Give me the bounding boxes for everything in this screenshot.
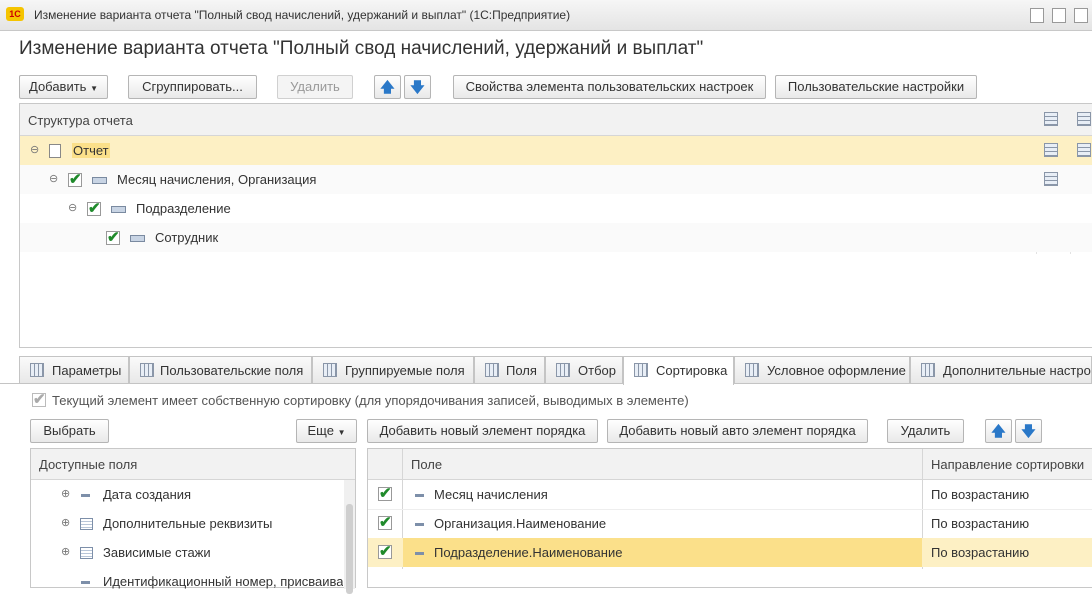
- list-item[interactable]: ⊕ Зависимые стажи: [31, 538, 343, 567]
- sort-enable-checkbox[interactable]: [378, 542, 392, 560]
- calendar-icon[interactable]: [1074, 8, 1088, 23]
- list-item[interactable]: ⊕ Дополнительные реквизиты: [31, 509, 343, 538]
- user-fields-icon: [140, 363, 154, 377]
- table-header: Поле Направление сортировки: [368, 449, 1092, 480]
- group-button[interactable]: Сгруппировать...: [128, 75, 257, 99]
- list-icon[interactable]: [1044, 172, 1058, 186]
- tab-user-fields[interactable]: Пользовательские поля: [129, 356, 312, 383]
- tab-parameters[interactable]: Параметры: [19, 356, 129, 383]
- conditional-format-icon: [745, 363, 759, 377]
- dropdown-icon: ▼: [90, 84, 98, 93]
- scrollbar[interactable]: [344, 480, 355, 594]
- list-icon[interactable]: [1044, 143, 1058, 157]
- grouping-icon: [130, 235, 145, 242]
- tree-row-label: Подразделение: [136, 201, 231, 216]
- sort-order-table[interactable]: Поле Направление сортировки Месяц начисл…: [367, 448, 1092, 588]
- available-fields-tree[interactable]: Доступные поля ⊕ Дата создания ⊕ Дополни…: [30, 448, 356, 594]
- tree-row-label: Месяц начисления, Организация: [117, 172, 317, 187]
- enable-checkbox[interactable]: [87, 199, 101, 217]
- delete-order-item-button[interactable]: Удалить: [887, 419, 964, 443]
- collapse-icon[interactable]: ⊖: [49, 172, 58, 185]
- filter-icon[interactable]: [1077, 112, 1091, 126]
- list-icon[interactable]: [1044, 112, 1058, 126]
- delete-button[interactable]: Удалить: [277, 75, 353, 99]
- tree-row-label: Отчет: [72, 143, 110, 158]
- move-down-icon[interactable]: 🡇: [1015, 419, 1042, 443]
- expand-icon[interactable]: ⊕: [61, 487, 70, 500]
- tab-grouping-fields[interactable]: Группируемые поля: [312, 356, 474, 383]
- table-row[interactable]: Подразделение.Наименование По возрастани…: [368, 538, 1092, 567]
- parameters-icon: [30, 363, 44, 377]
- collapse-icon[interactable]: ⊖: [30, 143, 39, 156]
- page-title: Изменение варианта отчета "Полный свод н…: [19, 38, 704, 59]
- add-button[interactable]: Добавить ▼: [19, 75, 108, 99]
- table-row[interactable]: Месяц начисления По возрастанию: [368, 480, 1092, 510]
- tab-filter[interactable]: Отбор: [545, 356, 623, 383]
- report-structure-tree[interactable]: Структура отчета ⊖ Отчет ⊖ Месяц начисле…: [19, 103, 1092, 348]
- enable-checkbox[interactable]: [106, 228, 120, 246]
- column-header-direction: Направление сортировки: [931, 457, 1085, 472]
- move-down-icon[interactable]: 🡇: [404, 75, 431, 99]
- sort-enable-checkbox[interactable]: [378, 484, 392, 502]
- expand-icon[interactable]: ⊕: [61, 545, 70, 558]
- scrollbar-thumb[interactable]: [346, 504, 353, 594]
- fields-icon: [485, 363, 499, 377]
- list-item[interactable]: Идентификационный номер, присваивае: [31, 567, 343, 589]
- tab-fields[interactable]: Поля: [474, 356, 545, 383]
- tab-sorting[interactable]: Сортировка: [623, 356, 734, 385]
- expand-icon[interactable]: ⊕: [61, 516, 70, 529]
- tab-additional-settings[interactable]: Дополнительные настрой: [910, 356, 1092, 383]
- app-logo: 1С: [6, 7, 24, 21]
- available-fields-header: Доступные поля: [31, 449, 355, 480]
- list-item[interactable]: ⊕ Дата создания: [31, 480, 343, 509]
- move-up-icon[interactable]: 🡅: [374, 75, 401, 99]
- column-header-field: Поле: [411, 457, 443, 472]
- field-icon: [415, 523, 424, 526]
- add-auto-order-item-button[interactable]: Добавить новый авто элемент порядка: [607, 419, 868, 443]
- report-icon: [49, 144, 61, 158]
- table-row[interactable]: Организация.Наименование По возрастанию: [368, 509, 1092, 539]
- tree-header: Структура отчета: [20, 104, 1092, 136]
- tree-header-label: Структура отчета: [28, 113, 133, 128]
- collapse-icon[interactable]: ⊖: [68, 201, 77, 214]
- sorting-icon: [634, 363, 648, 377]
- document-icon[interactable]: [1030, 8, 1044, 23]
- tab-conditional-format[interactable]: Условное оформление: [734, 356, 910, 383]
- more-button[interactable]: Еще ▼: [296, 419, 357, 443]
- field-icon: [415, 552, 424, 555]
- window-title: Изменение варианта отчета "Полный свод н…: [34, 8, 571, 22]
- grouping-icon: [92, 177, 107, 184]
- own-sort-label: Текущий элемент имеет собственную сортир…: [52, 393, 689, 408]
- grouping-icon: [111, 206, 126, 213]
- user-settings-button[interactable]: Пользовательские настройки: [775, 75, 977, 99]
- window-titlebar: 1С Изменение варианта отчета "Полный сво…: [0, 0, 1092, 31]
- element-properties-button[interactable]: Свойства элемента пользовательских настр…: [453, 75, 766, 99]
- tree-row[interactable]: ⊖ Месяц начисления, Организация: [20, 165, 1092, 194]
- enable-checkbox[interactable]: [68, 170, 82, 188]
- filter-icon: [556, 363, 570, 377]
- filter-icon[interactable]: [1077, 143, 1091, 157]
- add-order-item-button[interactable]: Добавить новый элемент порядка: [367, 419, 598, 443]
- own-sort-checkbox[interactable]: [32, 390, 46, 408]
- move-up-icon[interactable]: 🡅: [985, 419, 1012, 443]
- dropdown-icon: ▼: [337, 428, 346, 437]
- table-icon: [80, 547, 93, 559]
- tree-row[interactable]: ⊖ Отчет: [20, 136, 1092, 165]
- additional-settings-icon: [921, 363, 935, 377]
- tree-row[interactable]: Сотрудник: [20, 223, 1092, 252]
- grouping-fields-icon: [323, 363, 337, 377]
- select-button[interactable]: Выбрать: [30, 419, 109, 443]
- tree-row-label: Сотрудник: [155, 230, 219, 245]
- tree-row[interactable]: ⊖ Подразделение: [20, 194, 1092, 223]
- print-icon[interactable]: [1052, 8, 1066, 23]
- table-icon: [80, 518, 93, 530]
- field-icon: [415, 494, 424, 497]
- field-icon: [81, 494, 90, 497]
- sort-enable-checkbox[interactable]: [378, 513, 392, 531]
